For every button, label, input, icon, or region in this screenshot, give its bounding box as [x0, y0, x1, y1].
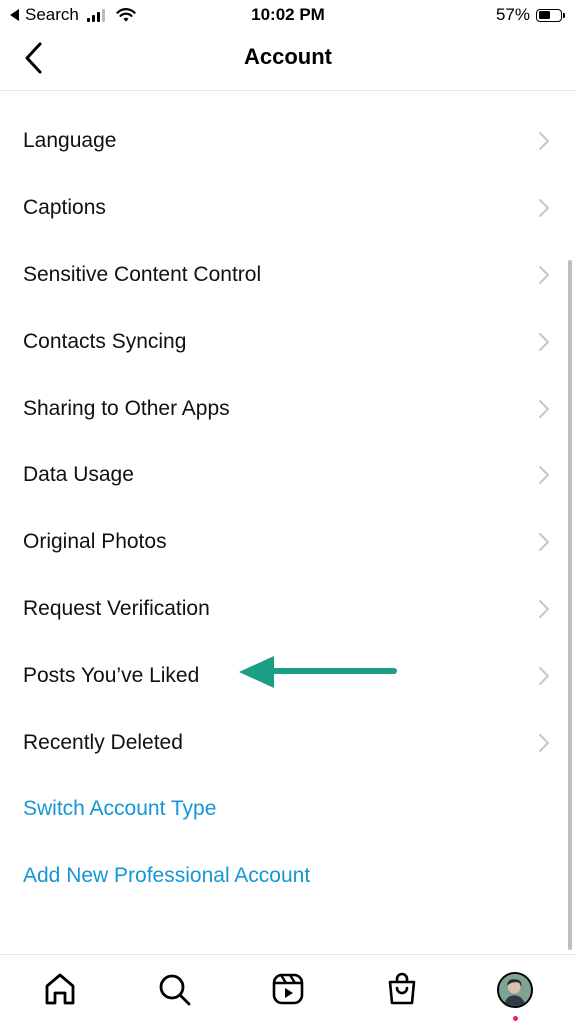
battery-icon — [536, 8, 565, 22]
menu-item-label: Recently Deleted — [23, 730, 183, 754]
menu-item-label: Original Photos — [23, 530, 167, 554]
chevron-right-icon — [539, 199, 549, 218]
avatar-image — [499, 974, 531, 1006]
profile-avatar[interactable] — [497, 972, 533, 1008]
menu-item-label: Request Verification — [23, 596, 210, 620]
chevron-right-icon — [539, 733, 549, 752]
menu-item-request-verification[interactable]: Request Verification — [0, 576, 576, 643]
clock: 10:02 PM — [251, 5, 325, 24]
page-title: Account — [244, 44, 332, 69]
link-label: Add New Professional Account — [23, 864, 311, 888]
link-label: Switch Account Type — [23, 797, 217, 821]
header: Account — [0, 30, 576, 91]
chevron-right-icon — [539, 399, 549, 418]
menu-item-sensitive-content-control[interactable]: Sensitive Content Control — [0, 242, 576, 309]
menu-item-label: Language — [23, 129, 117, 153]
shop-icon — [388, 972, 416, 1005]
menu-item-data-usage[interactable]: Data Usage — [0, 442, 576, 509]
menu-item-label: Captions — [23, 196, 106, 220]
scrollbar[interactable] — [568, 260, 572, 950]
tab-reels[interactable] — [270, 971, 310, 1011]
menu-item-label: Contacts Syncing — [23, 329, 187, 353]
chevron-right-icon — [539, 533, 549, 552]
menu-item-label: Data Usage — [23, 463, 134, 487]
switch-account-type-link[interactable]: Switch Account Type — [0, 776, 576, 843]
menu-item-contacts-syncing[interactable]: Contacts Syncing — [0, 308, 576, 375]
battery-percent: 57% — [495, 5, 530, 24]
status-bar: Search 10:02 PM 57% — [0, 0, 576, 30]
chevron-right-icon — [539, 265, 549, 284]
menu-item-label: Sensitive Content Control — [23, 262, 262, 286]
home-icon — [45, 973, 75, 1005]
add-new-professional-account-link[interactable]: Add New Professional Account — [0, 843, 576, 910]
notification-dot — [513, 1016, 518, 1021]
chevron-right-icon — [539, 466, 549, 485]
reels-icon — [272, 973, 304, 1005]
tab-home[interactable] — [42, 971, 82, 1011]
chevron-right-icon — [539, 332, 549, 351]
account-menu: Language Captions Sensitive Content Cont… — [0, 108, 576, 910]
menu-item-original-photos[interactable]: Original Photos — [0, 509, 576, 576]
annotation-arrow-icon — [239, 656, 397, 688]
menu-item-sharing-to-other-apps[interactable]: Sharing to Other Apps — [0, 375, 576, 442]
tab-search[interactable] — [156, 971, 196, 1011]
chevron-right-icon — [539, 599, 549, 618]
bottom-tab-bar — [0, 954, 576, 1025]
menu-item-label: Sharing to Other Apps — [23, 396, 230, 420]
menu-item-label: Posts You’ve Liked — [23, 663, 200, 687]
menu-item-language[interactable]: Language — [0, 108, 576, 175]
tab-shop[interactable] — [384, 971, 424, 1011]
search-icon — [159, 974, 191, 1006]
status-right: 57% — [495, 5, 565, 25]
chevron-right-icon — [539, 132, 549, 151]
menu-item-recently-deleted[interactable]: Recently Deleted — [0, 709, 576, 776]
chevron-right-icon — [539, 666, 549, 685]
menu-item-captions[interactable]: Captions — [0, 175, 576, 242]
